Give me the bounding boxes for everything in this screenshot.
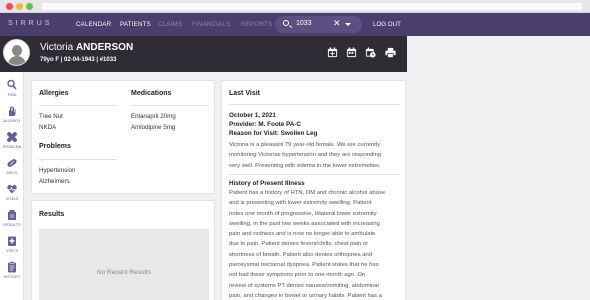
allergy-item: Tree Nut [39,113,63,120]
summary-line: very well. Presenting with edema in the … [229,162,381,169]
patient-last-name: ANDERSON [75,42,134,53]
nav-calendar[interactable]: CALENDAR [76,21,111,28]
hpi-line: review of systems PT denies nausea/vomit… [229,282,379,289]
sidebar-item-label: MEDS [6,171,18,175]
hpi-line: pain and redness and is now no longer ab… [229,231,376,238]
medications-title: Medications [131,90,172,97]
sidebar-item-label: VITALS [5,197,19,201]
printer-icon[interactable] [385,47,396,58]
address-bar[interactable] [42,3,582,10]
sidebar: FIND ALLERGY PROBLEM MEDS VITALS RESULTS… [0,72,24,300]
patient-first-name: Victoria [40,42,74,53]
hpi-line: Patient has a history of HTN, DM and chr… [229,190,386,196]
divider [39,105,117,106]
allergies-title: Allergies [39,90,69,97]
calendar-add-icon[interactable] [327,47,338,58]
sidebar-item-results[interactable]: RESULTS [0,207,24,231]
hpi-text: Patient has a history of HTN, DM and chr… [229,188,401,300]
sidebar-item-label: RESULTS [3,223,21,227]
sidebar-item-find[interactable]: FIND [0,77,24,101]
allergy-item: NKDA [39,124,57,131]
no-results-text: No Recent Results [96,269,152,276]
search-input[interactable]: 1033 [296,20,312,27]
maximize-window-button[interactable] [26,3,33,10]
visit-provider: Provider: M. Foote PA-C [229,121,301,128]
hpi-line: due to pain. Patient denies fevers/chill… [229,241,369,248]
divider [229,104,400,105]
last-visit-panel: Last Visit October 1, 2021 Provider: M. … [221,80,406,300]
patient-header: Victoria ANDERSON 79yo F | 02-04-1943 | … [0,36,407,72]
sidebar-item-visits[interactable]: VISITS [0,233,24,257]
sidebar-item-label: FIND [7,93,17,97]
sidebar-item-label: PROBLEM [2,145,22,149]
hpi-title: History of Present Illness [229,180,305,187]
summary-panel: Allergies Tree Nut NKDA Medications Enla… [31,80,215,194]
close-window-button[interactable] [6,3,13,10]
calendar-clock-icon[interactable] [365,47,376,58]
search-icon [7,79,17,90]
hand-icon [9,106,16,116]
hpi-line: swelling, in the past two weeks associat… [229,220,380,227]
sidebar-item-label: HISTORY [3,275,21,279]
hpi-line: shortness of breath. Patient also denies… [229,251,373,258]
visit-summary: Victoria is a pleasant 79 year-old femal… [229,140,401,171]
last-visit-title: Last Visit [229,90,260,97]
results-empty-state: No Recent Results [39,229,209,300]
search-icon [283,20,289,26]
nav-financials[interactable]: FINANCIALS [192,21,230,28]
divider [229,174,400,175]
flask-icon [8,210,16,220]
avatar [3,39,30,66]
medication-item: Enlanapril 20mg [131,113,176,120]
problem-item: Hypertension [39,167,76,174]
hpi-line: paroxysmal nocturnal dyspnea. Patient st… [229,262,379,269]
patient-name: Victoria ANDERSON [40,42,133,53]
nav-claims[interactable]: CLAIMS [158,21,182,28]
pill-icon [7,159,17,167]
sidebar-item-allergy[interactable]: ALLERGY [0,103,24,127]
patient-search[interactable]: 1033 ✕ [275,16,362,33]
results-panel: Results No Recent Results [31,200,215,300]
sidebar-item-history[interactable]: HISTORY [0,259,24,283]
visit-reason: Reason for Visit: Swollen Leg [229,130,318,137]
clear-search-icon[interactable]: ✕ [333,18,341,29]
browser-chrome [0,0,590,13]
hpi-line: notes one month of progressive, bilatera… [229,210,377,217]
hpi-line: not had these symptoms prior to one mont… [229,272,366,279]
clipboard-icon [8,261,16,273]
hpi-line: pain, and changes in bowel or urinary ha… [229,292,382,299]
top-nav: SIRRUS CALENDAR PATIENTS CLAIMS FINANCIA… [0,13,590,36]
problem-item: Alzheimers [39,178,70,185]
divider [39,159,117,160]
bandage-icon [7,131,17,143]
hpi-line: and is presenting with lower extremity s… [229,200,372,207]
patient-info: 79yo F | 02-04-1943 | #1033 [40,57,117,63]
sidebar-item-meds[interactable]: MEDS [0,155,24,179]
problems-title: Problems [39,143,71,150]
logout-link[interactable]: LOG OUT [373,21,401,28]
medication-item: Amlodipine 5mg [131,124,176,131]
sidebar-item-vitals[interactable]: VITALS [0,181,24,205]
chevron-down-icon[interactable] [345,23,351,26]
calendar-icon[interactable] [346,47,357,58]
summary-line: Victoria is a pleasant 79 year-old femal… [229,142,381,148]
nav-patients[interactable]: PATIENTS [120,21,151,28]
summary-line: monitoring Victorias hypertension and th… [229,152,382,159]
app-logo[interactable]: SIRRUS [8,20,52,27]
sidebar-item-label: ALLERGY [3,119,21,123]
nav-reports[interactable]: REPORTS [241,21,272,28]
sidebar-item-problem[interactable]: PROBLEM [0,129,24,153]
minimize-window-button[interactable] [16,3,23,10]
results-title: Results [39,211,65,218]
visit-date: October 1, 2021 [229,112,276,119]
divider [131,105,209,106]
sidebar-item-label: VISITS [5,249,19,253]
stethoscope-icon [8,236,16,246]
heart-icon [7,185,17,194]
